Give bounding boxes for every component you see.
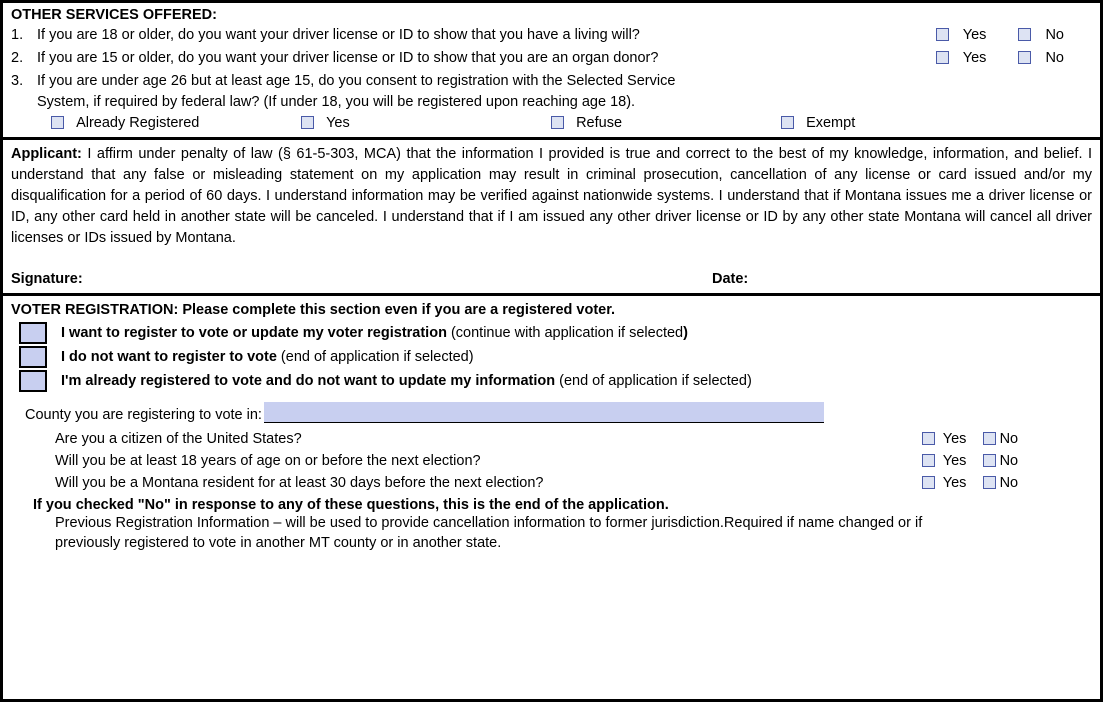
eq2-text: Will you be at least 18 years of age on … [55,453,922,469]
voter-option-1: I want to register to vote or update my … [19,322,1092,344]
q1-yes-label: Yes [963,27,987,43]
q3-number: 3. [11,71,37,92]
eq3-no-checkbox[interactable] [983,476,996,489]
voter-opt2-text: I do not want to register to vote (end o… [61,349,474,365]
county-input[interactable] [264,402,824,423]
eligibility-q2-row: Will you be at least 18 years of age on … [55,453,1092,469]
no-end-note: If you checked "No" in response to any o… [33,497,1092,513]
q1-no-label: No [1045,27,1064,43]
q2-no-checkbox[interactable] [1018,51,1031,64]
q1-no-checkbox[interactable] [1018,28,1031,41]
q3-line2: System, if required by federal law? (If … [37,94,635,110]
eq2-no-checkbox[interactable] [983,454,996,467]
q2-yes-label: Yes [963,50,987,66]
voter-opt3-bold: I'm already registered to vote and do no… [61,373,559,389]
voter-opt1-bold: I want to register to vote or update my … [61,325,451,341]
eligibility-q1-row: Are you a citizen of the United States? … [55,431,1092,447]
voter-opt1-text: I want to register to vote or update my … [61,325,688,341]
affirmation-text: Applicant: I affirm under penalty of law… [11,144,1092,253]
q3-already-checkbox[interactable] [51,116,64,129]
other-services-section: OTHER SERVICES OFFERED: 1. If you are 18… [3,3,1100,137]
question-1-row: 1. If you are 18 or older, do you want y… [11,25,1092,46]
voter-opt1-note: (continue with application if selected [451,325,683,341]
affirmation-body: I affirm under penalty of law (§ 61-5-30… [11,146,1092,246]
eq3-text: Will you be a Montana resident for at le… [55,475,922,491]
q2-answers: Yes No [936,48,1092,69]
q3-yes-label: Yes [326,115,350,131]
voter-opt3-text: I'm already registered to vote and do no… [61,373,752,389]
voter-opt2-note: (end of application if selected) [281,349,474,365]
q3-line1: If you are under age 26 but at least age… [37,73,675,89]
q3-text: If you are under age 26 but at least age… [37,71,942,113]
affirmation-section: Applicant: I affirm under penalty of law… [3,137,1100,293]
q1-yes-checkbox[interactable] [936,28,949,41]
eq1-yes-label: Yes [943,431,967,447]
eq3-yes-checkbox[interactable] [922,476,935,489]
signature-row: Signature: Date: [11,271,1092,287]
voter-section: VOTER REGISTRATION: Please complete this… [3,293,1100,560]
previous-registration-note: Previous Registration Information – will… [55,513,952,554]
eq2-yes-checkbox[interactable] [922,454,935,467]
eq1-yes-checkbox[interactable] [922,432,935,445]
q2-text: If you are 15 or older, do you want your… [37,48,936,69]
q3-yes-checkbox[interactable] [301,116,314,129]
applicant-label: Applicant: [11,146,82,162]
question-3-row: 3. If you are under age 26 but at least … [11,71,1092,113]
eq2-no-label: No [1000,453,1019,469]
q3-exempt-label: Exempt [806,115,855,131]
q1-number: 1. [11,25,37,46]
date-label: Date: [712,271,1092,287]
eq3-yes-label: Yes [943,475,967,491]
eq1-text: Are you a citizen of the United States? [55,431,922,447]
voter-heading: VOTER REGISTRATION: Please complete this… [11,302,1092,318]
voter-opt2-bold: I do not want to register to vote [61,349,281,365]
county-row: County you are registering to vote in: [25,402,1092,423]
q3-options-row: Already Registered Yes Refuse Exempt [11,115,1092,131]
county-label: County you are registering to vote in: [25,407,262,423]
voter-opt2-checkbox[interactable] [19,346,47,368]
q3-refuse-label: Refuse [576,115,622,131]
q1-text: If you are 18 or older, do you want your… [37,25,936,46]
voter-option-3: I'm already registered to vote and do no… [19,370,1092,392]
voter-opt1-checkbox[interactable] [19,322,47,344]
eq2-answers: Yes No [922,453,1092,469]
q2-no-label: No [1045,50,1064,66]
voter-option-2: I do not want to register to vote (end o… [19,346,1092,368]
q3-exempt-checkbox[interactable] [781,116,794,129]
voter-opt1-paren: ) [683,325,688,341]
form-page: OTHER SERVICES OFFERED: 1. If you are 18… [0,0,1103,702]
eq3-no-label: No [1000,475,1019,491]
q2-number: 2. [11,48,37,69]
question-2-row: 2. If you are 15 or older, do you want y… [11,48,1092,69]
q2-yes-checkbox[interactable] [936,51,949,64]
signature-label: Signature: [11,271,712,287]
eligibility-q3-row: Will you be a Montana resident for at le… [55,475,1092,491]
eq2-yes-label: Yes [943,453,967,469]
q3-refuse-checkbox[interactable] [551,116,564,129]
eq1-no-checkbox[interactable] [983,432,996,445]
other-services-heading: OTHER SERVICES OFFERED: [11,7,1092,23]
eq1-answers: Yes No [922,431,1092,447]
q1-answers: Yes No [936,25,1092,46]
voter-opt3-note: (end of application if selected) [559,373,752,389]
q3-already-label: Already Registered [76,115,199,131]
eq3-answers: Yes No [922,475,1092,491]
eq1-no-label: No [1000,431,1019,447]
voter-opt3-checkbox[interactable] [19,370,47,392]
